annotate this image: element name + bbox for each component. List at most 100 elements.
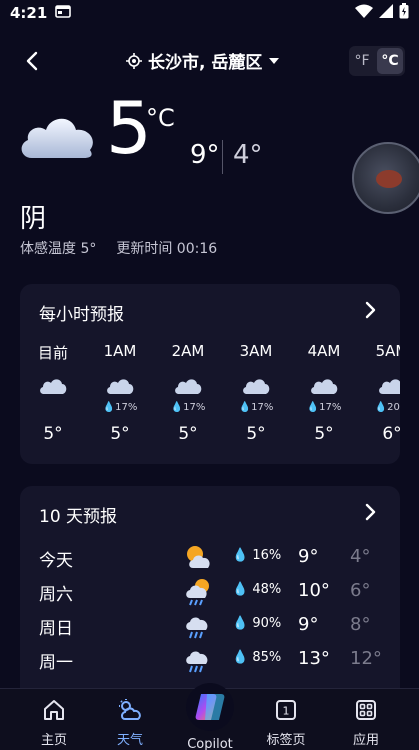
day-precip: 💧 16% xyxy=(232,548,282,563)
back-button[interactable] xyxy=(20,48,46,74)
nav-tabs[interactable]: 1 标签页 xyxy=(250,697,322,748)
divider xyxy=(222,140,223,174)
apps-grid-icon xyxy=(330,697,402,723)
raindrop-icon: 💧 xyxy=(232,548,249,563)
cloud-rain-sun-icon xyxy=(184,578,212,611)
hourly-forecast-card[interactable]: 每小时预报 目前 5° 1AM 💧17% 5° 2AM 💧17% 5° 3AM … xyxy=(20,284,400,464)
hour-label: 1AM xyxy=(103,342,137,360)
cloud-icon xyxy=(92,372,148,400)
day-high: 13° xyxy=(298,648,330,669)
nav-weather-label: 天气 xyxy=(116,733,143,748)
cloud-icon xyxy=(18,110,98,166)
copilot-icon xyxy=(186,683,234,731)
hour-precip: 💧17% xyxy=(238,402,274,413)
hour-label: 2AM xyxy=(171,342,205,360)
status-time: 4:21 xyxy=(10,4,48,22)
day-precip: 💧 48% xyxy=(232,582,282,597)
hourly-list[interactable]: 目前 5° 1AM 💧17% 5° 2AM 💧17% 5° 3AM 💧17% 5… xyxy=(20,342,400,452)
header: 长沙市, 岳麓区 °F °C xyxy=(0,42,419,80)
bottom-navigation: 主页 天气 Copilot 1 标签页 应用 xyxy=(0,683,419,750)
nav-home[interactable]: 主页 xyxy=(18,697,90,748)
current-temperature: 5 xyxy=(106,86,152,170)
hour-temp: 6° xyxy=(382,424,400,444)
day-low: 12° xyxy=(350,648,382,669)
raindrop-icon: 💧 xyxy=(170,402,184,413)
hour-temp: 5° xyxy=(246,424,266,444)
tabs-icon: 1 xyxy=(250,697,322,723)
day-row[interactable]: 周一 💧 85% 13° 12° xyxy=(20,644,400,678)
hour-label: 5AM xyxy=(375,342,400,360)
chevron-right-icon xyxy=(365,301,376,319)
raindrop-icon: 💧 xyxy=(232,616,249,631)
cloud-rain-icon xyxy=(184,612,212,645)
hour-item: 5AM 💧20% 6° xyxy=(364,342,400,444)
svg-text:1: 1 xyxy=(283,705,290,718)
caret-down-icon xyxy=(269,57,280,64)
location-selector[interactable]: 长沙市, 岳麓区 xyxy=(126,48,280,73)
temperature-unit: °C xyxy=(146,104,175,132)
weather-icon xyxy=(94,697,166,723)
signal-icon xyxy=(379,4,393,22)
day-name: 周日 xyxy=(39,619,73,639)
status-bar: 4:21 xyxy=(0,0,419,26)
hour-temp: 5° xyxy=(43,424,63,444)
day-row[interactable]: 周日 💧 90% 9° 8° xyxy=(20,610,400,644)
nav-home-label: 主页 xyxy=(40,733,67,748)
day-name: 周六 xyxy=(39,585,73,605)
daily-title: 10 天预报 xyxy=(39,507,118,527)
nav-apps[interactable]: 应用 xyxy=(330,697,402,748)
day-row[interactable]: 周六 💧 48% 10° 6° xyxy=(20,576,400,610)
hour-precip: 💧17% xyxy=(306,402,342,413)
raindrop-icon: 💧 xyxy=(232,650,249,665)
day-high: 9° xyxy=(298,546,319,567)
daily-forecast-card[interactable]: 10 天预报 今天 💧 16% 9° 4° 周六 💧 48% 10° 6° 周日… xyxy=(20,486,400,706)
calendar-icon xyxy=(55,4,72,22)
cloud-icon xyxy=(228,372,284,400)
hour-item: 目前 5° xyxy=(25,342,81,444)
hour-precip: 💧17% xyxy=(170,402,206,413)
hour-item: 4AM 💧17% 5° xyxy=(296,342,352,444)
unit-fahrenheit[interactable]: °F xyxy=(349,48,375,74)
nav-apps-label: 应用 xyxy=(352,733,379,748)
chevron-right-icon xyxy=(365,503,376,521)
raindrop-icon: 💧 xyxy=(102,402,116,413)
hourly-more-button[interactable] xyxy=(362,300,380,320)
raindrop-icon: 💧 xyxy=(238,402,252,413)
nav-weather[interactable]: 天气 xyxy=(94,697,166,748)
nav-copilot[interactable]: Copilot xyxy=(174,683,246,750)
updated-time: 更新时间 00:16 xyxy=(116,241,218,257)
day-name: 今天 xyxy=(39,551,73,571)
location-label: 长沙市, 岳麓区 xyxy=(148,53,263,73)
hour-item: 1AM 💧17% 5° xyxy=(92,342,148,444)
daily-more-button[interactable] xyxy=(362,502,380,522)
hour-label: 目前 xyxy=(37,344,68,362)
bubble-image xyxy=(376,170,402,188)
nav-copilot-label: Copilot xyxy=(187,737,233,750)
hour-temp: 5° xyxy=(178,424,198,444)
raindrop-icon: 💧 xyxy=(306,402,320,413)
hour-label: 4AM xyxy=(307,342,341,360)
partly-sunny-icon xyxy=(184,544,212,575)
unit-celsius[interactable]: °C xyxy=(377,48,403,74)
day-low: 6° xyxy=(350,580,371,601)
day-precip: 💧 85% xyxy=(232,650,282,665)
unit-toggle[interactable]: °F °C xyxy=(349,46,405,76)
day-row[interactable]: 今天 💧 16% 9° 4° xyxy=(20,542,400,576)
floating-bubble[interactable] xyxy=(352,142,419,214)
hour-precip: 💧20% xyxy=(374,402,400,413)
hour-item: 3AM 💧17% 5° xyxy=(228,342,284,444)
location-target-icon xyxy=(126,52,142,69)
hour-temp: 5° xyxy=(314,424,334,444)
day-name: 周一 xyxy=(39,653,73,673)
day-precip: 💧 90% xyxy=(232,616,282,631)
hourly-title: 每小时预报 xyxy=(39,305,124,325)
day-high: 9° xyxy=(298,614,319,635)
current-meta: 体感温度 5° 更新时间 00:16 xyxy=(20,238,217,258)
hour-label: 3AM xyxy=(239,342,273,360)
wifi-icon xyxy=(355,4,373,22)
hour-temp: 5° xyxy=(110,424,130,444)
day-high: 10° xyxy=(298,580,330,601)
hour-precip: 💧17% xyxy=(102,402,138,413)
home-icon xyxy=(18,697,90,723)
condition-text: 阴 xyxy=(20,204,47,234)
